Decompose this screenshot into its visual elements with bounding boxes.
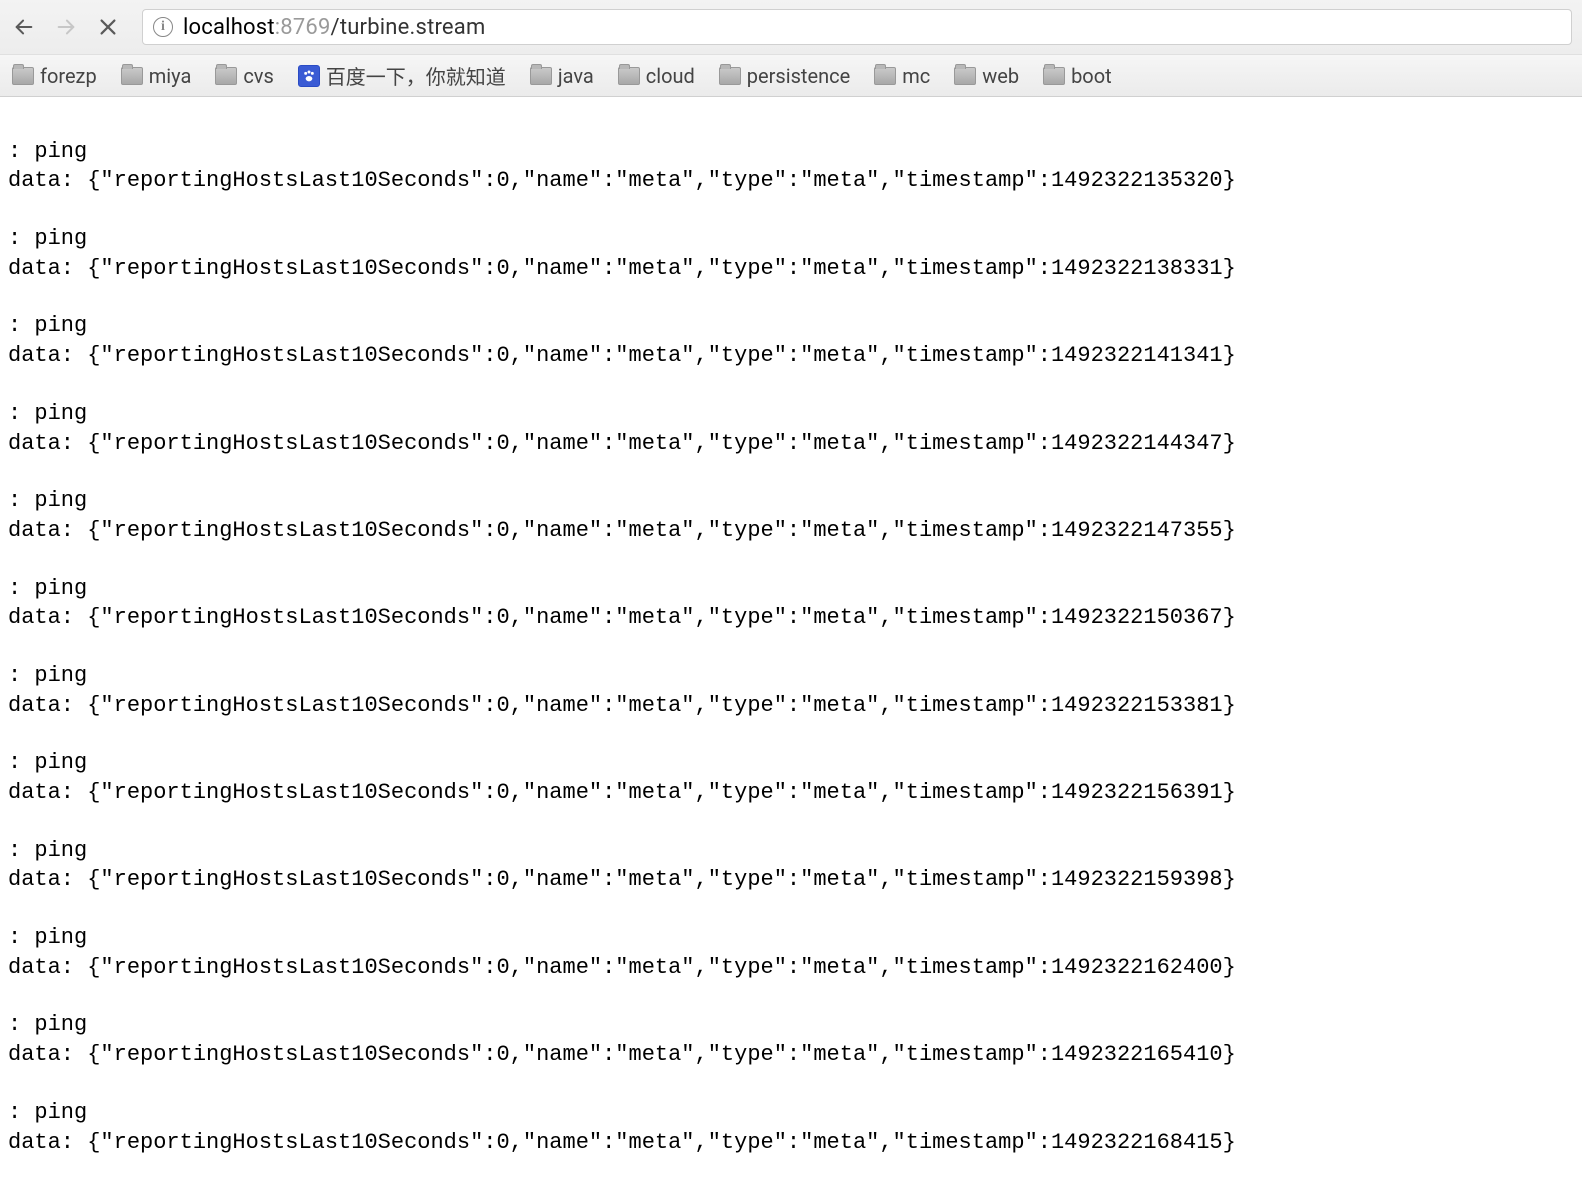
bookmark-label: miya [149, 64, 192, 88]
arrow-left-icon [13, 16, 35, 38]
ping-line: : ping [8, 576, 87, 601]
bookmark-boot[interactable]: boot [1043, 64, 1112, 88]
bookmarks-bar: forezp miya cvs 百度一下，你就知道 java cloud per… [0, 54, 1582, 96]
folder-icon [874, 67, 896, 85]
bookmark-mc[interactable]: mc [874, 64, 930, 88]
bookmark-label: persistence [747, 64, 850, 88]
bookmark-persistence[interactable]: persistence [719, 64, 850, 88]
stop-button[interactable] [94, 13, 122, 41]
bookmark-label: mc [902, 64, 930, 88]
back-button[interactable] [10, 13, 38, 41]
browser-chrome: i localhost:8769/turbine.stream forezp m… [0, 0, 1582, 97]
stream-event: : ping data: {"reportingHostsLast10Secon… [8, 399, 1574, 458]
folder-icon [618, 67, 640, 85]
ping-line: : ping [8, 313, 87, 338]
bookmark-cloud[interactable]: cloud [618, 64, 695, 88]
ping-line: : ping [8, 925, 87, 950]
baidu-paw-icon [298, 65, 320, 87]
ping-line: : ping [8, 1012, 87, 1037]
nav-row: i localhost:8769/turbine.stream [0, 0, 1582, 54]
url-port: :8769 [275, 15, 331, 40]
stream-content: : ping data: {"reportingHostsLast10Secon… [0, 97, 1582, 1195]
folder-icon [12, 67, 34, 85]
data-line: data: {"reportingHostsLast10Seconds":0,"… [8, 1042, 1236, 1067]
url-path: /turbine.stream [331, 15, 486, 40]
folder-icon [719, 67, 741, 85]
bookmark-cvs[interactable]: cvs [215, 64, 273, 88]
stream-event: : ping data: {"reportingHostsLast10Secon… [8, 1098, 1574, 1157]
stream-event: : ping data: {"reportingHostsLast10Secon… [8, 137, 1574, 196]
data-line: data: {"reportingHostsLast10Seconds":0,"… [8, 168, 1236, 193]
bookmark-label: web [982, 64, 1019, 88]
folder-icon [954, 67, 976, 85]
folder-icon [1043, 67, 1065, 85]
data-line: data: {"reportingHostsLast10Seconds":0,"… [8, 867, 1236, 892]
close-icon [97, 16, 119, 38]
data-line: data: {"reportingHostsLast10Seconds":0,"… [8, 256, 1236, 281]
stream-event: : ping data: {"reportingHostsLast10Secon… [8, 923, 1574, 982]
data-line: data: {"reportingHostsLast10Seconds":0,"… [8, 605, 1236, 630]
ping-line: : ping [8, 401, 87, 426]
forward-button[interactable] [52, 13, 80, 41]
folder-icon [215, 67, 237, 85]
data-line: data: {"reportingHostsLast10Seconds":0,"… [8, 518, 1236, 543]
data-line: data: {"reportingHostsLast10Seconds":0,"… [8, 431, 1236, 456]
ping-line: : ping [8, 1100, 87, 1125]
folder-icon [530, 67, 552, 85]
data-line: data: {"reportingHostsLast10Seconds":0,"… [8, 780, 1236, 805]
bookmark-label: java [558, 64, 594, 88]
data-line: data: {"reportingHostsLast10Seconds":0,"… [8, 1130, 1236, 1155]
ping-line: : ping [8, 838, 87, 863]
bookmark-forezp[interactable]: forezp [12, 64, 97, 88]
stream-event: : ping data: {"reportingHostsLast10Secon… [8, 574, 1574, 633]
bookmark-label: cloud [646, 64, 695, 88]
arrow-right-icon [55, 16, 77, 38]
bookmark-label: boot [1071, 64, 1112, 88]
stream-event: : ping data: {"reportingHostsLast10Secon… [8, 748, 1574, 807]
ping-line: : ping [8, 488, 87, 513]
ping-line: : ping [8, 663, 87, 688]
data-line: data: {"reportingHostsLast10Seconds":0,"… [8, 343, 1236, 368]
data-line: data: {"reportingHostsLast10Seconds":0,"… [8, 693, 1236, 718]
stream-event: : ping data: {"reportingHostsLast10Secon… [8, 661, 1574, 720]
address-bar[interactable]: i localhost:8769/turbine.stream [142, 9, 1572, 45]
stream-event: : ping data: {"reportingHostsLast10Secon… [8, 836, 1574, 895]
site-info-icon[interactable]: i [153, 17, 173, 37]
stream-event: : ping data: {"reportingHostsLast10Secon… [8, 1010, 1574, 1069]
stream-event: : ping data: {"reportingHostsLast10Secon… [8, 311, 1574, 370]
stream-event: : ping data: {"reportingHostsLast10Secon… [8, 486, 1574, 545]
bookmark-label: cvs [243, 64, 273, 88]
ping-line: : ping [8, 750, 87, 775]
bookmark-label: 百度一下，你就知道 [326, 61, 506, 90]
bookmark-miya[interactable]: miya [121, 64, 192, 88]
ping-line: : ping [8, 226, 87, 251]
bookmark-baidu[interactable]: 百度一下，你就知道 [298, 61, 506, 90]
url-text: localhost:8769/turbine.stream [183, 15, 485, 40]
ping-line: : ping [8, 139, 87, 164]
data-line: data: {"reportingHostsLast10Seconds":0,"… [8, 955, 1236, 980]
bookmark-java[interactable]: java [530, 64, 594, 88]
bookmark-web[interactable]: web [954, 64, 1019, 88]
stream-event: : ping data: {"reportingHostsLast10Secon… [8, 224, 1574, 283]
folder-icon [121, 67, 143, 85]
bookmark-label: forezp [40, 64, 97, 88]
url-host: localhost [183, 15, 275, 40]
